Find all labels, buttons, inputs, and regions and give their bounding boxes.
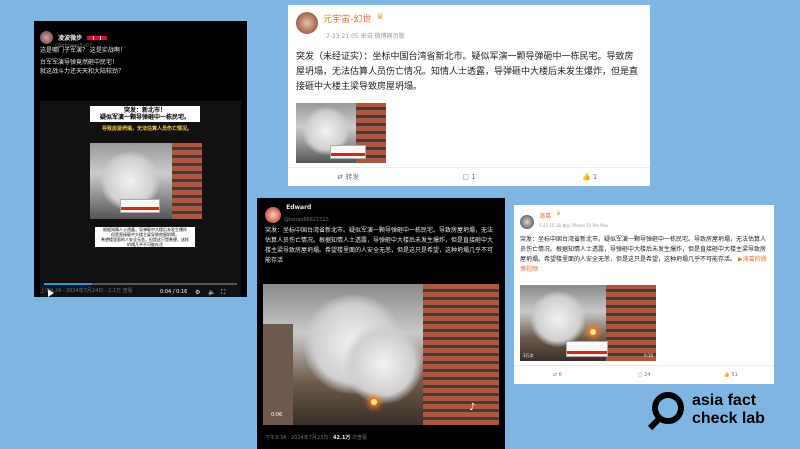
post-text: 突发（未经证实）：坐标中国台湾省新北市。疑似军演一颗导弹砸中一栋民宅。导致房屋坍…: [296, 52, 639, 92]
caption-box: 突发：新北市！ 疑似军演一颗导弹砸中一栋民宅。: [90, 106, 200, 122]
like-count: 51: [731, 372, 738, 378]
crown-icon: ♛: [556, 211, 561, 217]
video-subtitles: 根据知情人士透露，导弹砸中大楼后未发生爆炸 但是直接砸中大楼主梁导致房屋坍塌， …: [95, 227, 195, 247]
caption-title: 突发：新北市！: [123, 107, 166, 114]
post-body: 突发：坐标中国台湾省新北市。疑似军演一颗导弹砸中一栋民宅。导致房屋坍塌，无法估算…: [520, 236, 767, 263]
action-bar: ⇄ 转发 ▢ 1 👍 1: [288, 167, 650, 186]
username[interactable]: 涛葛: [539, 213, 551, 220]
post-footer: 上午9:24 · 2024年7月24日 · 2.1万 查看: [40, 288, 133, 294]
post-image[interactable]: [296, 103, 386, 163]
post-card-2: 元宇宙-幻世 ♛ 7-23 21:05 来自 微博网页版 突发（未经证实）：坐标…: [288, 5, 650, 186]
like-button[interactable]: 👍 51: [687, 366, 774, 384]
caption-red: 导致房屋坍塌，无法估算人员伤亡情况。: [101, 126, 192, 132]
flag-badges: [87, 35, 108, 40]
avatar[interactable]: [265, 206, 281, 223]
post-meta: 7-23 21:05 来自 微博网页版: [326, 33, 405, 40]
text-line: 台军军演导弹竟然砸中民宅！: [40, 59, 119, 66]
comment-count: 1: [471, 173, 476, 181]
username[interactable]: 凌波微步: [58, 35, 82, 42]
repost-label: 转发: [345, 173, 360, 181]
video-frame: [90, 143, 202, 219]
avatar[interactable]: [520, 214, 534, 229]
comment-button[interactable]: ▢ 1: [409, 168, 530, 186]
brand-line2: check lab: [692, 410, 765, 427]
crown-icon: ♛: [376, 12, 384, 21]
username[interactable]: Edward: [286, 204, 311, 211]
video-player[interactable]: 突发：新北市！ 疑似军演一颗导弹砸中一栋民宅。 导致房屋坍塌，无法估算人员伤亡情…: [40, 101, 241, 297]
post-card-1: 凌波微步 @lnbowei5u07 这是哪门子军演？ 这是实战啊！ 台军军演导弹…: [34, 21, 247, 297]
post-footer: 下午3:34 · 2024年7月23日 · 42.1万 次查看: [265, 434, 367, 441]
action-bar: ⇄ 6 ▢ 24 👍 51: [514, 365, 774, 384]
post-text: 突发：坐标中国台湾省新北市。疑似军演一颗导弹砸中一栋民宅。导致房屋坍塌，无法估算…: [520, 235, 770, 275]
volume-icon[interactable]: 🔈: [208, 289, 215, 296]
like-icon: 👍: [581, 173, 593, 181]
text-line: 这是哪门子军演？ 这是实战啊！: [40, 47, 126, 54]
user-handle: @tomjo66621523: [284, 217, 329, 223]
comment-count: 24: [643, 372, 651, 378]
fullscreen-icon[interactable]: ⛶: [221, 289, 225, 297]
video-duration: 0:16: [644, 353, 653, 358]
like-button[interactable]: 👍 1: [529, 168, 650, 186]
avatar[interactable]: [40, 31, 53, 44]
settings-icon[interactable]: ⚙: [195, 289, 200, 296]
progress-bar[interactable]: [44, 283, 237, 285]
subtitle-line: 坍塌几乎不可能存活: [127, 242, 163, 247]
comment-button[interactable]: ▢ 24: [601, 366, 688, 384]
video-player[interactable]: 0:06 ♪: [263, 284, 499, 425]
video-thumbnail[interactable]: 3万次 0:16: [520, 285, 656, 361]
post-card-4: 涛葛 ♛ 7-23 15:18 来自 iPhone 15 Pro Max 突发：…: [514, 205, 774, 384]
like-count: 1: [592, 173, 598, 181]
magnifier-handle: [647, 415, 663, 431]
comment-icon: ▢: [462, 173, 472, 181]
view-label: 次查看: [350, 435, 367, 441]
post-text: 突发：坐标中国台湾省新北市。疑似军演一颗导弹砸中一栋民宅。导致房屋坍塌，无法估算…: [265, 227, 494, 264]
brand-logo: asia fact check lab: [647, 388, 798, 444]
view-count: 42.1万: [333, 435, 351, 441]
text-line: 就这战斗力还天天和大陆较劲？: [40, 68, 125, 75]
post-text: 这是哪门子军演？ 这是实战啊！ 台军军演导弹竟然砸中民宅！ 就这战斗力还天天和大…: [40, 46, 240, 76]
repost-count: 6: [558, 372, 562, 378]
username[interactable]: 元宇宙-幻世: [323, 15, 371, 25]
avatar[interactable]: [296, 12, 318, 34]
post3-author[interactable]: Edward @tomjo66621523: [265, 204, 329, 223]
repost-button[interactable]: ⇄ 转发: [288, 168, 409, 186]
brand-line1: asia fact: [692, 392, 757, 409]
video-time: 0:06: [271, 412, 283, 418]
post-card-3: Edward @tomjo66621523 突发：坐标中国台湾省新北市。疑似军演…: [257, 198, 505, 449]
post-time: 下午3:34 · 2024年7月23日 ·: [265, 435, 334, 441]
repost-button[interactable]: ⇄ 6: [514, 366, 601, 384]
video-time: 0:04 / 0:16: [160, 289, 188, 295]
caption-sub: 疑似军演一颗导弹砸中一栋民宅。: [99, 114, 190, 121]
post-meta: 7-23 15:18 来自 iPhone 15 Pro Max: [539, 223, 609, 228]
view-count: 3万次: [523, 353, 534, 358]
tiktok-icon: ♪: [469, 402, 476, 413]
